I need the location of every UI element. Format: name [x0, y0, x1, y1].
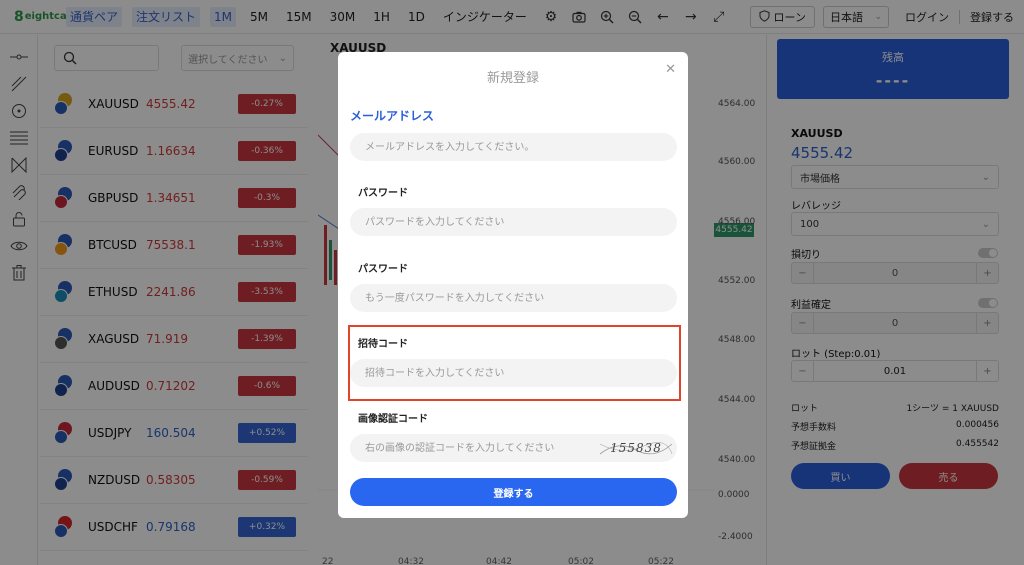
register-modal: 新規登録 ✕ メールアドレス パスワード パスワード 招待コード 画像認証コード… [338, 52, 688, 518]
captcha-image[interactable]: 155838 [598, 436, 674, 460]
email-field[interactable] [350, 133, 677, 161]
modal-title: 新規登録 [486, 71, 539, 86]
invite-code-label: 招待コード [358, 339, 408, 350]
captcha-label: 画像認証コード [358, 414, 428, 425]
password-field[interactable] [350, 208, 677, 236]
register-submit-button[interactable]: 登録する [350, 478, 677, 506]
password-confirm-field[interactable] [350, 284, 677, 312]
close-icon[interactable]: ✕ [665, 62, 676, 77]
invite-code-field[interactable] [350, 359, 677, 387]
captcha-text: 155838 [610, 441, 662, 455]
password-confirm-label: パスワード [358, 264, 408, 275]
email-label: メールアドレス [350, 109, 435, 123]
password-label: パスワード [358, 188, 408, 199]
